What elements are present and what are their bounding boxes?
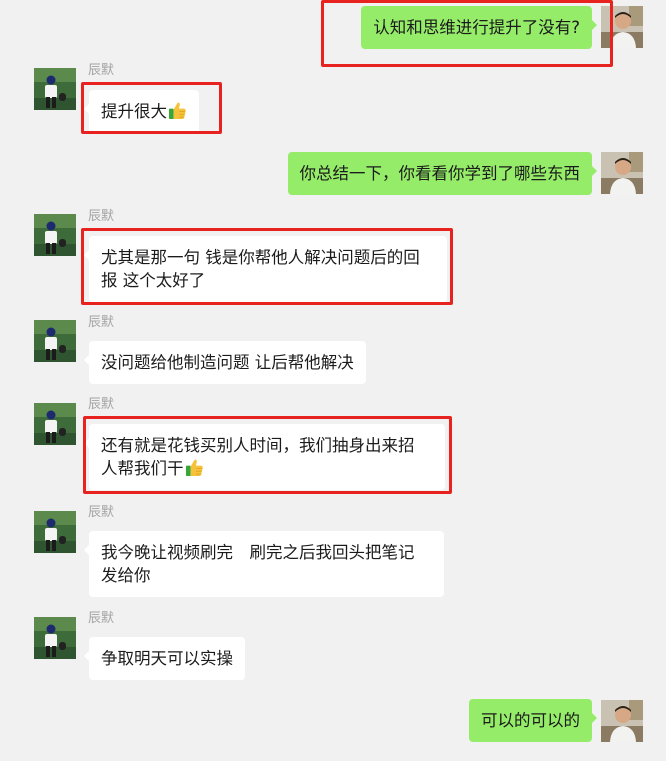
avatar-other[interactable]	[34, 214, 76, 256]
message-bubble-other[interactable]: 尤其是那一句 钱是你帮他人解决问题后的回 报 这个太好了	[84, 236, 447, 302]
message-bubble-other[interactable]: 我今晚让视频刷完 刷完之后我回头把笔记 发给你	[84, 531, 444, 597]
message-bubble-self[interactable]: 你总结一下，你看看你学到了哪些东西	[287, 152, 597, 195]
message-text: 认知和思维进行提升了没有?	[373, 18, 580, 37]
message-text: 提升很大	[101, 102, 167, 121]
message-text: 可以的可以的	[481, 711, 580, 730]
chat-window: 认知和思维进行提升了没有? 辰默 提升很大 你总结一下，你看看你学到了哪些东西 …	[0, 0, 666, 761]
sender-name: 辰默	[88, 505, 115, 520]
message-text-line: 我今晚让视频刷完 刷完之后我回头把笔记	[101, 543, 415, 562]
message-text-line: 报 这个太好了	[101, 271, 206, 290]
avatar-other[interactable]	[34, 68, 76, 110]
message-text: 争取明天可以实操	[101, 649, 233, 668]
message-text-line: 发给你	[101, 566, 151, 585]
message-text: 没问题给他制造问题 让后帮他解决	[101, 353, 354, 372]
thumbs-up-emoji-icon	[168, 101, 187, 120]
avatar-other[interactable]	[34, 320, 76, 362]
avatar-other[interactable]	[34, 511, 76, 553]
message-text-line: 还有就是花钱买别人时间，我们抽身出来招	[101, 436, 415, 455]
message-bubble-other[interactable]: 提升很大	[84, 90, 199, 133]
avatar-other[interactable]	[34, 617, 76, 659]
avatar-self[interactable]	[601, 700, 643, 742]
message-bubble-other[interactable]: 没问题给他制造问题 让后帮他解决	[84, 341, 366, 384]
message-text-line: 人帮我们干	[101, 459, 184, 478]
sender-name: 辰默	[88, 611, 115, 626]
message-bubble-other[interactable]: 还有就是花钱买别人时间，我们抽身出来招 人帮我们干	[84, 424, 445, 490]
avatar-self[interactable]	[601, 6, 643, 48]
message-bubble-self[interactable]: 可以的可以的	[469, 699, 597, 742]
thumbs-up-emoji-icon	[185, 458, 204, 477]
avatar-self[interactable]	[601, 152, 643, 194]
message-text: 你总结一下，你看看你学到了哪些东西	[299, 164, 581, 183]
message-bubble-other[interactable]: 争取明天可以实操	[84, 637, 245, 680]
sender-name: 辰默	[88, 315, 115, 330]
sender-name: 辰默	[88, 397, 115, 412]
message-text-line: 尤其是那一句 钱是你帮他人解决问题后的回	[101, 248, 420, 267]
message-bubble-self[interactable]: 认知和思维进行提升了没有?	[361, 6, 597, 49]
sender-name: 辰默	[88, 209, 115, 224]
avatar-other[interactable]	[34, 403, 76, 445]
sender-name: 辰默	[88, 63, 115, 78]
